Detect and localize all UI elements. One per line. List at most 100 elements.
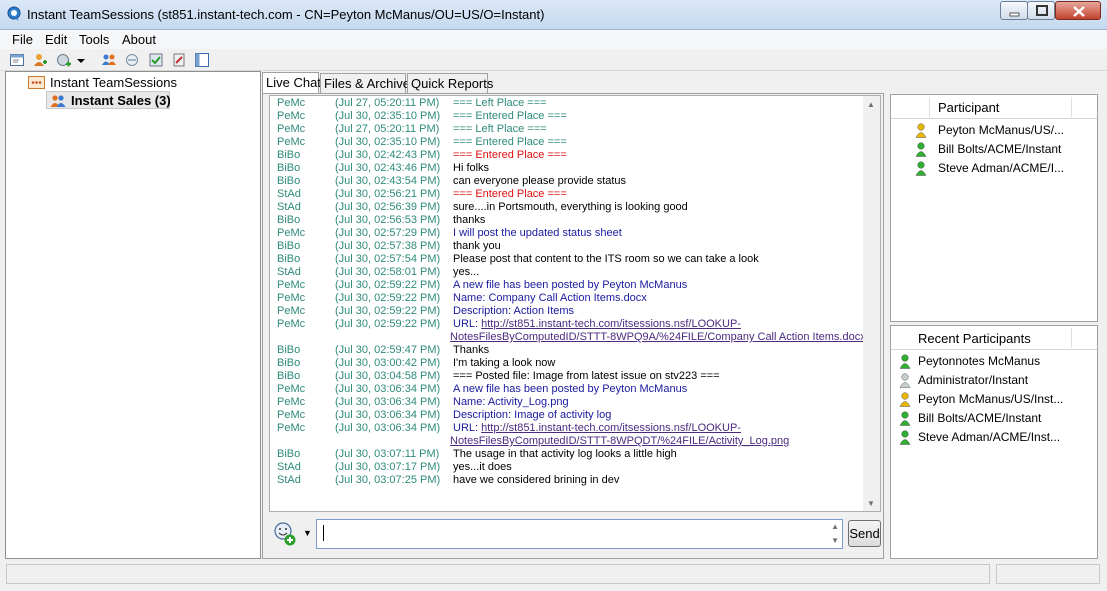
menu-edit[interactable]: Edit	[45, 32, 67, 47]
participants-list-item[interactable]: Steve Adman/ACME/I...	[891, 159, 1091, 178]
chat-message-continuation: NotesFilesByComputedID/STTT-8WPQ9A/%24FI…	[270, 331, 870, 344]
message-text: A new file has been posted by Peyton McM…	[453, 383, 687, 396]
chat-message: PeMc (Jul 30, 02:59:22 PM) A new file has …	[270, 279, 870, 292]
tab-quick-reports[interactable]: Quick Reports	[407, 73, 493, 93]
chat-message: BiBo (Jul 30, 03:07:11 PM) The usage in th…	[270, 448, 870, 461]
menu-about[interactable]: About	[122, 32, 156, 47]
sessions-icon	[28, 76, 45, 89]
participants-panel: Participant Peyton McManus/US/... Bill Bo…	[890, 94, 1098, 322]
people-icon[interactable]	[101, 52, 117, 68]
message-text-body: === Entered Place ===	[453, 110, 567, 122]
user-status-icon	[899, 392, 911, 407]
emoticon-add-icon[interactable]	[272, 521, 298, 547]
scroll-up-arrow-icon[interactable]: ▲	[867, 100, 875, 109]
chat-message: PeMc (Jul 27, 05:20:11 PM) === Left Place …	[270, 97, 870, 110]
message-text-body: I'm taking a look now	[453, 357, 556, 369]
recent-list-item[interactable]: Peyton McManus/US/Inst...	[891, 390, 1091, 409]
message-link[interactable]: http://st851.instant-tech.com/itsessions…	[481, 422, 741, 434]
recent-list-item[interactable]: Steve Adman/ACME/Inst...	[891, 428, 1091, 447]
message-timestamp: (Jul 30, 02:43:54 PM)	[335, 175, 441, 187]
chat-message: StAd (Jul 30, 02:56:21 PM) === Entered Pla…	[270, 188, 870, 201]
send-button[interactable]: Send	[848, 520, 881, 547]
message-timestamp: (Jul 30, 03:07:17 PM)	[335, 461, 441, 473]
message-link-continued[interactable]: NotesFilesByComputedID/STTT-8WPQDT/%24FI…	[450, 435, 789, 448]
tab-files-archive[interactable]: Files & Archive	[320, 73, 410, 93]
message-text: Description: Action Items	[453, 305, 574, 318]
tab-live-chat[interactable]: Live Chat	[262, 72, 321, 94]
add-place-icon[interactable]	[56, 52, 72, 68]
chat-message: BiBo (Jul 30, 02:43:54 PM) can everyone pl…	[270, 175, 870, 188]
message-text: thank you	[453, 240, 501, 253]
group-icon	[50, 95, 66, 107]
message-timestamp: (Jul 30, 02:35:10 PM)	[335, 136, 441, 148]
recent-list-item[interactable]: Administrator/Instant	[891, 371, 1091, 390]
message-text: Hi folks	[453, 162, 489, 175]
menu-tools[interactable]: Tools	[79, 32, 109, 47]
column-divider	[929, 97, 930, 117]
checklist-icon[interactable]	[148, 52, 164, 68]
add-user-icon[interactable]	[32, 52, 48, 68]
message-text-body: Name: Company Call Action Items.docx	[453, 292, 647, 304]
scroll-down-arrow-icon[interactable]: ▼	[867, 499, 875, 508]
recent-list-item[interactable]: Bill Bolts/ACME/Instant	[891, 409, 1091, 428]
new-window-icon[interactable]	[9, 52, 25, 68]
chat-message: BiBo (Jul 30, 02:42:43 PM) === Entered Pla…	[270, 149, 870, 162]
chat-message: StAd (Jul 30, 03:07:17 PM) yes...it does	[270, 461, 870, 474]
message-text-body: Thanks	[453, 344, 490, 356]
message-timestamp: (Jul 30, 02:35:10 PM)	[335, 110, 441, 122]
participants-list-item[interactable]: Peyton McManus/US/...	[891, 121, 1091, 140]
message-author: StAd	[277, 188, 301, 200]
message-timestamp: (Jul 30, 02:59:22 PM)	[335, 279, 441, 291]
panel-icon[interactable]	[194, 52, 210, 68]
chat-scrollbar[interactable]: ▲ ▼	[863, 96, 880, 511]
compose-dropdown-icon[interactable]: ▼	[303, 528, 312, 538]
message-text: Name: Company Call Action Items.docx	[453, 292, 647, 305]
dropdown-arrow-icon[interactable]	[76, 52, 86, 68]
message-link-continued[interactable]: NotesFilesByComputedID/STTT-8WPQ9A/%24FI…	[450, 331, 866, 344]
recent-list-item[interactable]: Peytonnotes McManus	[891, 352, 1091, 371]
chat-message: PeMc (Jul 30, 03:06:34 PM) Description: Im…	[270, 409, 870, 422]
message-text: === Entered Place ===	[453, 188, 567, 201]
message-text-body: Name: Activity_Log.png	[453, 396, 569, 408]
message-timestamp: (Jul 30, 03:06:34 PM)	[335, 422, 441, 434]
message-input[interactable]: ▲ ▼	[316, 519, 843, 549]
chat-message: BiBo (Jul 30, 02:57:38 PM) thank you	[270, 240, 870, 253]
message-text: === Entered Place ===	[453, 136, 567, 149]
message-timestamp: (Jul 30, 02:42:43 PM)	[335, 149, 441, 161]
message-timestamp: (Jul 30, 02:57:54 PM)	[335, 253, 441, 265]
message-text: Please post that content to the ITS room…	[453, 253, 759, 266]
message-timestamp: (Jul 30, 02:56:21 PM)	[335, 188, 441, 200]
chat-message: BiBo (Jul 30, 03:00:42 PM) I'm taking a lo…	[270, 357, 870, 370]
message-author: StAd	[277, 461, 301, 473]
maximize-button[interactable]	[1027, 1, 1055, 20]
tree-item-instant-sales[interactable]: Instant Sales (3)	[46, 91, 171, 109]
message-text: A new file has been posted by Peyton McM…	[453, 279, 687, 292]
participants-header: Participant	[891, 95, 1097, 119]
message-author: PeMc	[277, 227, 306, 239]
message-link[interactable]: http://st851.instant-tech.com/itsessions…	[481, 318, 741, 330]
participant-name: Bill Bolts/ACME/Instant	[938, 142, 1062, 156]
input-down-arrow-icon[interactable]: ▼	[831, 536, 839, 545]
chat-message-continuation: NotesFilesByComputedID/STTT-8WPQDT/%24FI…	[270, 435, 870, 448]
message-author: PeMc	[277, 383, 306, 395]
close-button[interactable]	[1055, 1, 1101, 20]
message-timestamp: (Jul 30, 03:06:34 PM)	[335, 409, 441, 421]
participants-list-item[interactable]: Bill Bolts/ACME/Instant	[891, 140, 1091, 159]
input-up-arrow-icon[interactable]: ▲	[831, 522, 839, 531]
message-text-body: have we considered brining in dev	[453, 474, 620, 486]
chat-message: PeMc (Jul 27, 05:20:11 PM) === Left Place …	[270, 123, 870, 136]
broadcast-icon[interactable]	[124, 52, 140, 68]
chat-message: PeMc (Jul 30, 02:35:10 PM) === Entered Pla…	[270, 136, 870, 149]
participant-name: Steve Adman/ACME/Inst...	[918, 430, 1061, 444]
title-bar: Instant TeamSessions (st851.instant-tech…	[0, 0, 1107, 30]
message-text: === Entered Place ===	[453, 110, 567, 123]
chat-message: PeMc (Jul 30, 03:06:34 PM) A new file has …	[270, 383, 870, 396]
user-status-icon	[899, 373, 911, 388]
minimize-button[interactable]	[1000, 1, 1028, 20]
message-text: sure....in Portsmouth, everything is loo…	[453, 201, 688, 214]
message-timestamp: (Jul 30, 02:43:46 PM)	[335, 162, 441, 174]
column-divider	[1071, 97, 1072, 117]
tools-icon[interactable]	[171, 52, 187, 68]
participant-name: Administrator/Instant	[918, 373, 1029, 387]
menu-file[interactable]: File	[12, 32, 33, 47]
